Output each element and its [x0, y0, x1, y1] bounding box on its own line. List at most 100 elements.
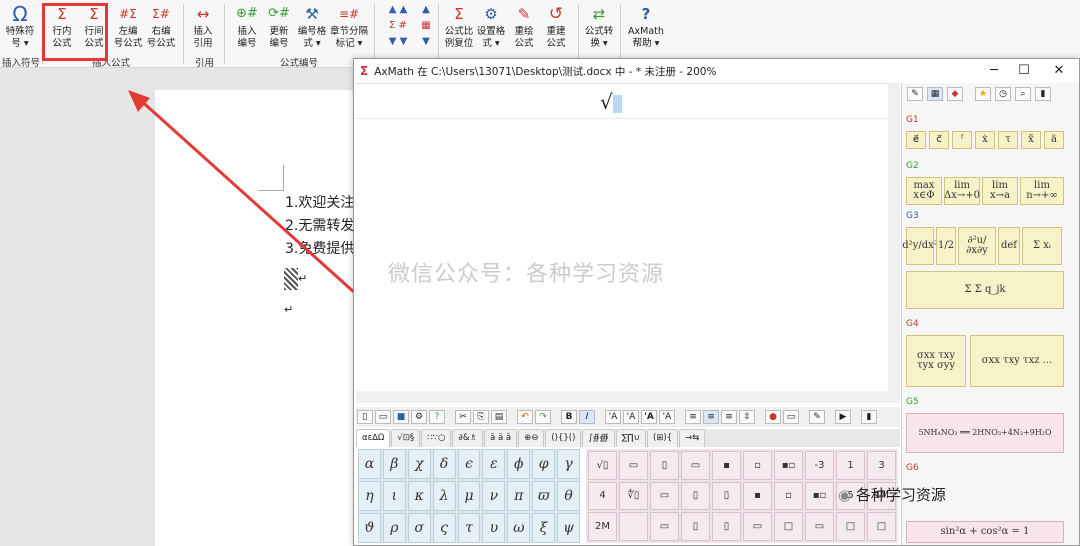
- library-formula-cell[interactable]: lim n→+∞: [1020, 177, 1064, 205]
- italic-icon[interactable]: I: [579, 410, 595, 424]
- greek-symbol-button[interactable]: κ: [407, 481, 431, 511]
- eraser-icon[interactable]: ◆: [947, 87, 963, 101]
- template-button[interactable]: ▯: [712, 481, 741, 511]
- greek-symbol-button[interactable]: ϵ: [457, 449, 481, 479]
- vertical-scrollbar[interactable]: [888, 83, 900, 391]
- library-icon[interactable]: ▮: [861, 410, 877, 424]
- tab-roots[interactable]: √⊡§: [391, 429, 421, 447]
- paste-icon[interactable]: ▤: [491, 410, 507, 424]
- tab-partial[interactable]: ∂&♗: [452, 429, 484, 447]
- template-button[interactable]: ▪▫: [774, 451, 803, 480]
- template-button[interactable]: ▭: [681, 451, 710, 480]
- template-button[interactable]: ▯: [681, 512, 710, 541]
- template-button[interactable]: √▯: [588, 451, 617, 480]
- color-icon[interactable]: ●: [765, 410, 781, 424]
- greek-symbol-button[interactable]: υ: [482, 513, 506, 543]
- library-formula-cell[interactable]: τ: [998, 131, 1018, 149]
- library-formula-cell[interactable]: lim x→a: [982, 177, 1018, 205]
- greek-symbol-button[interactable]: β: [382, 449, 406, 479]
- align-left-icon[interactable]: ≡: [685, 410, 701, 424]
- matrix-3x3-cell[interactable]: σxx τxy τxz ...: [970, 335, 1064, 387]
- undo-icon[interactable]: ↶: [517, 410, 533, 424]
- settings-icon[interactable]: ⚙: [411, 410, 427, 424]
- greek-symbol-button[interactable]: α: [358, 449, 381, 479]
- greek-symbol-button[interactable]: θ: [557, 481, 580, 511]
- template-button[interactable]: ▫: [774, 481, 803, 511]
- library-formula-cell[interactable]: lim Δx→+0: [944, 177, 980, 205]
- greek-symbol-button[interactable]: δ: [432, 449, 456, 479]
- template-button[interactable]: ▪: [743, 481, 772, 511]
- greek-symbol-button[interactable]: ϖ: [532, 481, 556, 511]
- template-button[interactable]: □: [836, 512, 865, 541]
- bold-icon[interactable]: B: [561, 410, 577, 424]
- greek-symbol-button[interactable]: ϕ: [507, 449, 531, 479]
- greek-symbol-button[interactable]: σ: [407, 513, 431, 543]
- greek-symbol-button[interactable]: ω: [507, 513, 531, 543]
- palette-icon[interactable]: ✎: [907, 87, 923, 101]
- template-button[interactable]: ▭: [805, 512, 834, 541]
- library-formula-cell[interactable]: ä: [1044, 131, 1064, 149]
- template-button[interactable]: ▪: [712, 451, 741, 480]
- library-formula-cell[interactable]: Σ xᵢ: [1022, 227, 1062, 265]
- template-button[interactable]: 2M: [588, 512, 617, 541]
- greek-symbol-button[interactable]: τ: [457, 513, 481, 543]
- save-icon[interactable]: ■: [393, 410, 409, 424]
- library-formula-cell[interactable]: x̃: [1021, 131, 1041, 149]
- template-button[interactable]: ▭: [650, 481, 679, 511]
- help-icon[interactable]: ?: [429, 410, 445, 424]
- font-a3-icon[interactable]: 'A: [641, 410, 657, 424]
- tab-dots[interactable]: ∷∵○: [421, 429, 452, 447]
- align-justify-icon[interactable]: ⇳: [739, 410, 755, 424]
- greek-symbol-button[interactable]: ξ: [532, 513, 556, 543]
- search-icon[interactable]: ⌕: [1015, 87, 1031, 101]
- template-button[interactable]: 3: [867, 451, 896, 480]
- tab-integrals[interactable]: ∫∯∰: [582, 429, 615, 447]
- template-button[interactable]: ▭: [743, 512, 772, 541]
- library-formula-cell[interactable]: max x∈Φ: [906, 177, 942, 205]
- template-button[interactable]: ▫: [743, 451, 772, 480]
- tab-brackets[interactable]: (){}(): [545, 429, 582, 447]
- formula-editor[interactable]: √: [356, 83, 888, 391]
- maximize-button[interactable]: ☐: [1009, 59, 1039, 83]
- template-button[interactable]: ▯: [712, 512, 741, 541]
- template-button[interactable]: [619, 512, 648, 541]
- template-button[interactable]: □: [867, 512, 896, 541]
- double-sum-cell[interactable]: Σ Σ q_jk: [906, 271, 1064, 309]
- greek-symbol-button[interactable]: λ: [432, 481, 456, 511]
- library-formula-cell[interactable]: ᶠ: [952, 131, 972, 149]
- font-a-icon[interactable]: 'A: [605, 410, 621, 424]
- library-formula-cell[interactable]: ∂²u/∂x∂y: [958, 227, 996, 265]
- align-right-icon[interactable]: ≡: [721, 410, 737, 424]
- template-button[interactable]: ∜▯: [619, 481, 648, 511]
- greek-symbol-button[interactable]: μ: [457, 481, 481, 511]
- greek-symbol-button[interactable]: ν: [482, 481, 506, 511]
- edit-icon[interactable]: ✎: [809, 410, 825, 424]
- greek-symbol-button[interactable]: ϑ: [358, 513, 381, 543]
- trig-identity-cell[interactable]: sin²α + cos²α = 1: [906, 521, 1064, 543]
- greek-symbol-button[interactable]: γ: [557, 449, 580, 479]
- template-button[interactable]: ▪▫: [805, 481, 834, 511]
- greek-symbol-button[interactable]: π: [507, 481, 531, 511]
- grid-icon[interactable]: ▦: [927, 87, 943, 101]
- greek-symbol-button[interactable]: η: [358, 481, 381, 511]
- redo-icon[interactable]: ↷: [535, 410, 551, 424]
- tab-sums[interactable]: ∑∏∪: [615, 429, 646, 447]
- greek-symbol-button[interactable]: ε: [482, 449, 506, 479]
- open-icon[interactable]: ▭: [375, 410, 391, 424]
- close-button[interactable]: ✕: [1044, 59, 1074, 83]
- template-button[interactable]: ▯: [650, 451, 679, 480]
- greek-symbol-button[interactable]: χ: [407, 449, 431, 479]
- history-icon[interactable]: ◷: [995, 87, 1011, 101]
- template-button[interactable]: 1: [836, 451, 865, 480]
- cut-icon[interactable]: ✂: [455, 410, 471, 424]
- minimize-button[interactable]: ─: [979, 59, 1009, 83]
- greek-symbol-button[interactable]: ψ: [557, 513, 580, 543]
- copy-icon[interactable]: ⎘: [473, 410, 489, 424]
- horizontal-scrollbar[interactable]: [356, 391, 900, 403]
- greek-symbol-button[interactable]: φ: [532, 449, 556, 479]
- matrix-2x2-cell[interactable]: σxx τxy τyx σyy: [906, 335, 966, 387]
- new-icon[interactable]: ▯: [357, 410, 373, 424]
- template-button[interactable]: ▭: [619, 451, 648, 480]
- tab-greek[interactable]: αε∆Ω: [356, 429, 391, 447]
- template-button[interactable]: 4: [588, 481, 617, 511]
